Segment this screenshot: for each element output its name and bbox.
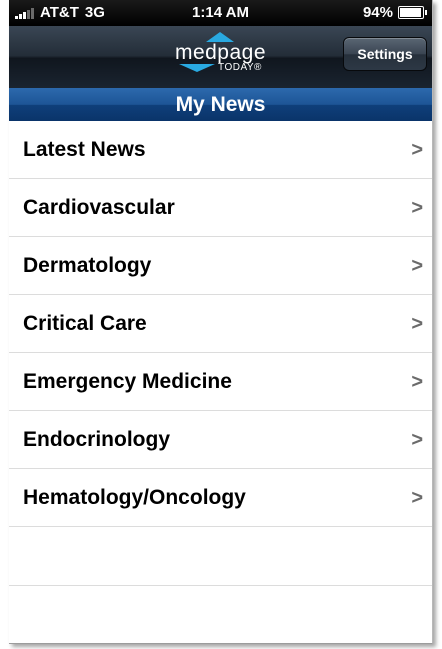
list-item-label: Emergency Medicine xyxy=(23,370,232,393)
navigation-bar: medpage TODAY® Settings xyxy=(9,26,432,88)
chevron-right-icon: > xyxy=(411,429,423,451)
list-item-label: Cardiovascular xyxy=(23,196,175,219)
list-item[interactable]: Dermatology > xyxy=(9,237,432,295)
page-title: My News xyxy=(9,88,432,121)
chevron-right-icon: > xyxy=(411,487,423,509)
phone-screen: AT&T 3G 1:14 AM 94% medpage TODAY® Setti… xyxy=(9,0,433,644)
logo-triangle-up-icon xyxy=(206,32,235,42)
list-item[interactable]: Critical Care > xyxy=(9,295,432,353)
list-item-label: Hematology/Oncology xyxy=(23,486,246,509)
chevron-right-icon: > xyxy=(411,139,423,161)
list-item[interactable]: Emergency Medicine > xyxy=(9,353,432,411)
list-item-label: Latest News xyxy=(23,138,146,161)
chevron-right-icon: > xyxy=(411,197,423,219)
status-bar: AT&T 3G 1:14 AM 94% xyxy=(9,0,432,26)
settings-button[interactable]: Settings xyxy=(343,37,427,71)
status-right: 94% xyxy=(362,4,427,21)
list-item[interactable]: Latest News > xyxy=(9,121,432,179)
list-item[interactable]: Endocrinology > xyxy=(9,411,432,469)
logo-sub-text: TODAY® xyxy=(218,62,262,73)
list-item[interactable]: Cardiovascular > xyxy=(9,179,432,237)
logo-triangle-down-icon xyxy=(179,63,216,72)
logo-main-text: medpage xyxy=(174,41,267,64)
chevron-right-icon: > xyxy=(411,371,423,393)
chevron-right-icon: > xyxy=(411,255,423,277)
list-item-label: Dermatology xyxy=(23,254,152,277)
news-category-list: Latest News > Cardiovascular > Dermatology > C… xyxy=(9,121,432,643)
battery-percent: 94% xyxy=(362,4,393,21)
battery-icon xyxy=(398,6,427,19)
list-item-label: Critical Care xyxy=(23,312,147,335)
list-item[interactable]: Hematology/Oncology > xyxy=(9,469,432,527)
chevron-right-icon: > xyxy=(411,313,423,335)
empty-list-row xyxy=(9,586,432,643)
empty-list-row xyxy=(9,527,432,586)
list-item-label: Endocrinology xyxy=(23,428,170,451)
